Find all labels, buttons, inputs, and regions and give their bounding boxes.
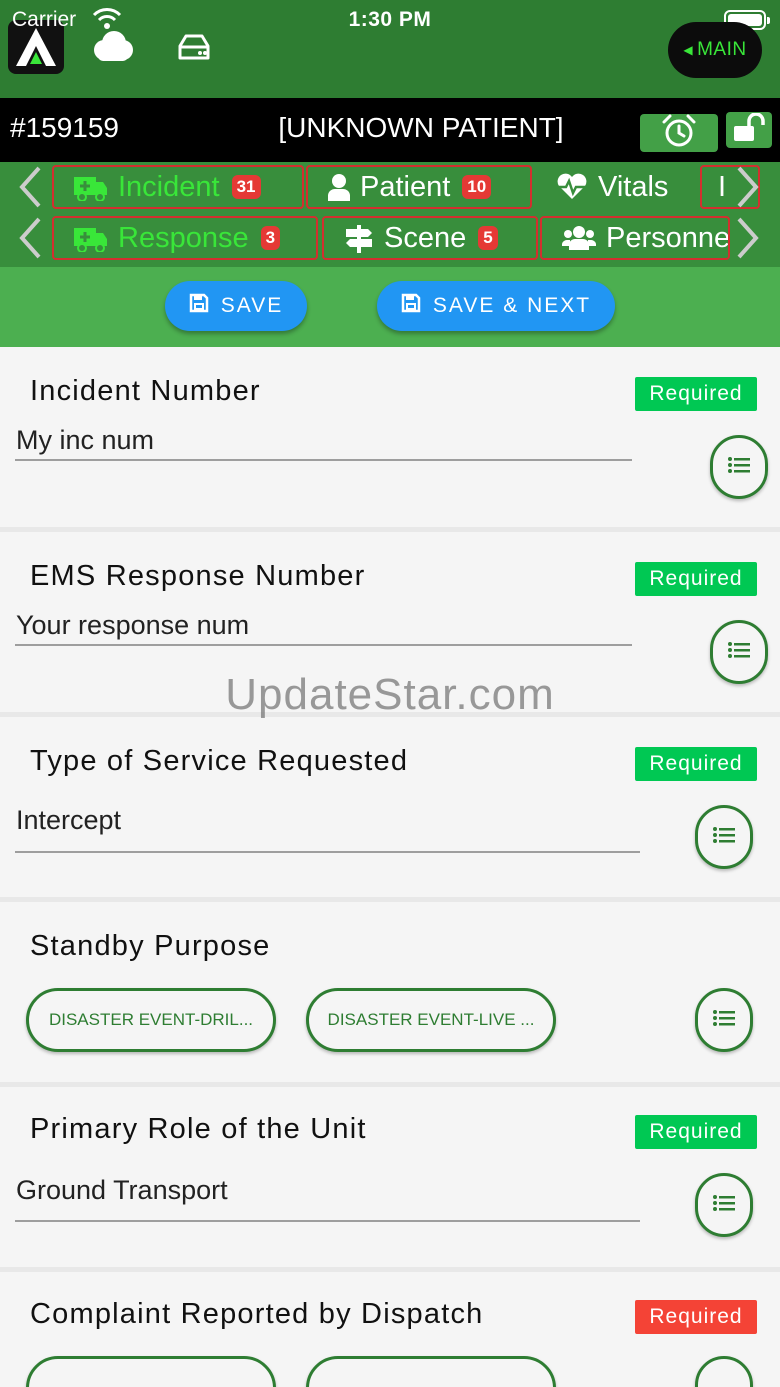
chip-label: DISASTER EVENT-DRIL...	[48, 1010, 254, 1029]
standby-purpose-chip[interactable]: DISASTER EVENT-LIVE ...	[306, 988, 556, 1052]
save-disk-icon	[189, 293, 221, 319]
tab-response-badge: 3	[260, 226, 281, 250]
field-card-type-of-service: Type of Service Requested Required Inter…	[0, 717, 780, 897]
save-button[interactable]: SAVE	[165, 281, 307, 331]
unlock-icon	[732, 111, 766, 148]
complaint-chip[interactable]	[306, 1356, 556, 1387]
field-card-complaint-dispatch: Complaint Reported by Dispatch Required	[0, 1272, 780, 1387]
field-title: Primary Role of the Unit	[30, 1113, 367, 1145]
tab-personnel-label: Personnel	[606, 221, 730, 254]
tabs-next-arrow[interactable]	[728, 162, 768, 212]
tab-patient-label: Patient	[360, 170, 451, 203]
tab-response[interactable]: Response 3	[52, 216, 318, 260]
top-bar: Carrier 1:30 PM ◀ MAIN	[0, 0, 780, 98]
field-title: Type of Service Requested	[30, 745, 409, 777]
list-icon	[713, 1194, 735, 1216]
required-badge: Required	[635, 1115, 757, 1149]
standby-purpose-chip[interactable]: DISASTER EVENT-DRIL...	[26, 988, 276, 1052]
list-picker-button[interactable]	[695, 805, 753, 869]
list-picker-button[interactable]	[710, 435, 768, 499]
input-underline	[15, 459, 632, 461]
main-button[interactable]: ◀ MAIN	[668, 22, 762, 78]
ambulance-icon	[74, 224, 108, 252]
main-button-label: MAIN	[697, 39, 747, 60]
alarm-clock-icon	[660, 114, 698, 153]
field-title: Incident Number	[30, 375, 261, 407]
tab-patient-badge: 10	[462, 175, 492, 199]
save-next-button-label: SAVE & NEXT	[432, 294, 592, 317]
tab-partial-glyph: I	[718, 170, 727, 203]
drive-icon[interactable]	[176, 34, 212, 67]
list-icon	[728, 641, 750, 663]
list-picker-button[interactable]	[695, 1173, 753, 1237]
field-card-primary-role: Primary Role of the Unit Required Ground…	[0, 1087, 780, 1267]
required-badge: Required	[635, 747, 757, 781]
user-icon	[328, 173, 350, 201]
ambulance-icon	[74, 173, 108, 201]
save-button-label: SAVE	[220, 294, 284, 317]
signpost-icon	[344, 223, 374, 253]
save-bar: SAVE SAVE & NEXT	[0, 267, 780, 347]
input-underline	[15, 1220, 640, 1222]
list-icon	[713, 1009, 735, 1031]
primary-role-select[interactable]: Ground Transport	[16, 1175, 228, 1206]
tab-incident-label: Incident	[118, 170, 220, 203]
required-badge: Required	[635, 562, 757, 596]
unlock-button[interactable]	[726, 111, 772, 148]
tab-incident[interactable]: Incident 31	[52, 165, 304, 209]
tab-scene-label: Scene	[384, 221, 467, 254]
field-card-incident-number: Incident Number Required My inc num	[0, 347, 780, 527]
field-title: Complaint Reported by Dispatch	[30, 1298, 484, 1330]
tabs-prev-arrow[interactable]	[10, 162, 50, 212]
field-title: EMS Response Number	[30, 560, 366, 592]
back-caret-icon: ◀	[683, 43, 694, 57]
tab-vitals[interactable]: Vitals	[534, 165, 698, 209]
input-underline	[15, 851, 640, 853]
status-time: 1:30 PM	[348, 8, 432, 31]
save-next-button[interactable]: SAVE & NEXT	[377, 281, 615, 331]
users-icon	[562, 224, 596, 252]
tab-scene-badge: 5	[478, 226, 498, 250]
field-card-ems-response-number: EMS Response Number Required Your respon…	[0, 532, 780, 712]
field-title: Standby Purpose	[30, 930, 271, 962]
tab-incident-badge: 31	[231, 175, 261, 199]
heartbeat-icon	[556, 173, 588, 201]
save-disk-icon	[401, 293, 433, 319]
chip-label: DISASTER EVENT-LIVE ...	[327, 1010, 535, 1029]
tab-personnel[interactable]: Personnel	[540, 216, 730, 260]
tab-vitals-label: Vitals	[598, 170, 669, 203]
ems-response-number-input[interactable]: Your response num	[16, 610, 249, 641]
complaint-chip[interactable]	[26, 1356, 276, 1387]
required-badge: Required	[635, 377, 757, 411]
list-picker-button[interactable]	[695, 1356, 753, 1387]
input-underline	[15, 644, 632, 646]
list-picker-button[interactable]	[695, 988, 753, 1052]
list-icon	[713, 826, 735, 848]
tab-response-label: Response	[118, 221, 249, 254]
tab-row-primary: Incident 31 Patient 10 Vitals I	[0, 162, 780, 214]
tab-row-secondary: Response 3 Scene 5 Personnel	[0, 213, 780, 267]
field-card-standby-purpose: Standby Purpose DISASTER EVENT-DRIL... D…	[0, 902, 780, 1082]
tab-scene[interactable]: Scene 5	[322, 216, 538, 260]
cloud-icon[interactable]	[90, 30, 134, 67]
list-icon	[728, 456, 750, 478]
incident-number-input[interactable]: My inc num	[16, 425, 154, 456]
subtabs-prev-arrow[interactable]	[10, 213, 50, 263]
list-picker-button[interactable]	[710, 620, 768, 684]
type-of-service-select[interactable]: Intercept	[16, 805, 121, 836]
tab-patient[interactable]: Patient 10	[306, 165, 532, 209]
patient-bar: #159159 [UNKNOWN PATIENT]	[0, 98, 780, 162]
subtabs-next-arrow[interactable]	[728, 213, 768, 263]
required-badge: Required	[635, 1300, 757, 1334]
alarm-button[interactable]	[640, 114, 718, 152]
